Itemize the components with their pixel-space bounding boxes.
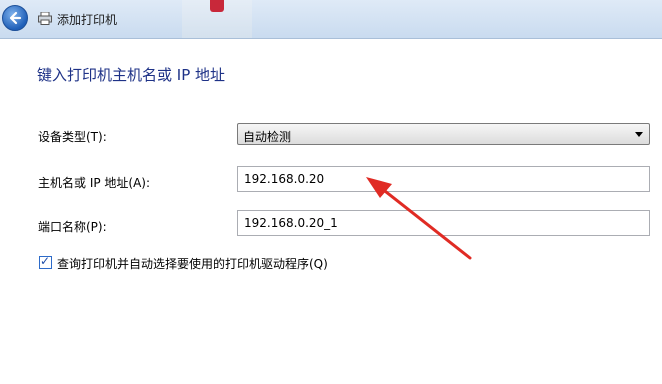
annotation-arrow-icon (366, 177, 472, 260)
